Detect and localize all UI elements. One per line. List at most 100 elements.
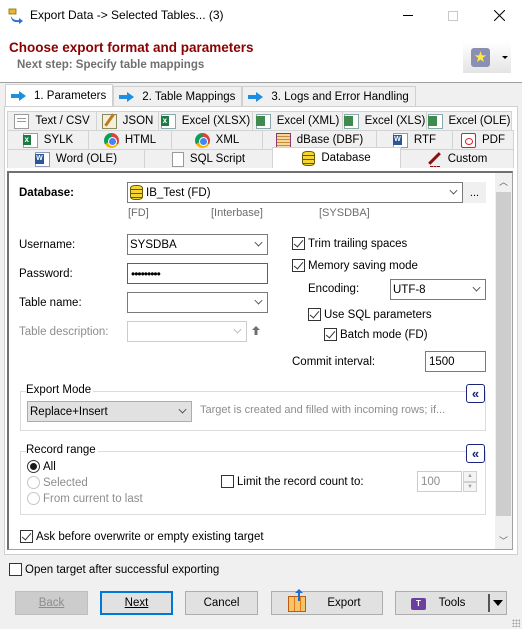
limit-record-count-checkbox[interactable]: Limit the record count to: [221,475,364,488]
close-button[interactable] [476,0,522,31]
format-tab-word-ole[interactable]: Word (OLE) [7,149,145,168]
tab-logs-error-handling[interactable]: 3. Logs and Error Handling [242,86,416,106]
tab-label: Excel (XLS) [364,115,426,127]
sylk-icon [22,132,38,148]
format-tab-custom[interactable]: Custom [400,149,514,168]
chrome-icon [194,132,210,148]
format-tab-pdf[interactable]: PDF [452,130,514,149]
format-tab-xml[interactable]: XML [171,130,263,149]
database-icon [302,150,316,166]
tab-label: Word (OLE) [55,153,118,165]
tab-label: JSON [122,115,154,127]
db-server-info: [Interbase] [211,207,263,219]
text-file-icon [14,113,30,129]
checkbox-label: Use SQL parameters [324,308,432,321]
spin-up-icon[interactable]: ▲ [463,471,477,482]
chevron-down-icon: ﹀ [498,536,508,546]
database-select[interactable]: IB_Test (FD) [127,182,463,203]
next-label: Next [124,597,149,609]
use-sql-parameters-checkbox[interactable]: Use SQL parameters [308,308,432,321]
checkbox-label: Limit the record count to: [237,475,364,488]
encoding-label: Encoding: [308,283,360,295]
collapse-export-mode-button[interactable]: « [466,384,485,403]
scroll-down-button[interactable]: ﹀ [495,532,512,549]
export-mode-value: Replace+Insert [30,405,108,418]
scroll-up-button[interactable]: ︿ [495,173,512,190]
page-icon [171,151,184,167]
record-range-title: Record range [26,444,98,456]
memory-saving-mode-checkbox[interactable]: Memory saving mode [292,259,418,272]
back-label: Back [38,597,65,609]
format-tab-excel-ole[interactable]: Excel (OLE) [426,111,512,130]
star-icon: ★ [471,48,490,67]
tab-parameters[interactable]: 1. Parameters [5,84,114,106]
tab-label: Excel (XML) [276,115,340,127]
minimize-button[interactable] [385,0,431,31]
chevron-down-icon [178,405,187,414]
record-limit-field[interactable]: 100 [417,471,462,492]
checkbox-box [9,563,22,576]
back-button[interactable]: Back [15,591,88,615]
checkbox-box [20,530,33,543]
double-chevron-left-icon: « [471,386,480,401]
table-name-select[interactable] [127,292,268,313]
checkbox-box [308,308,321,321]
username-select[interactable]: SYSDBA [127,234,268,255]
dropdown-arrow-icon [502,56,508,59]
ask-overwrite-checkbox[interactable]: Ask before overwrite or empty existing t… [20,530,264,543]
format-tab-excel-xml[interactable]: Excel (XML) [252,111,343,130]
favorites-button[interactable]: ★ [463,42,511,73]
next-button[interactable]: Next [100,591,173,615]
cancel-button[interactable]: Cancel [185,591,258,615]
password-field[interactable]: ••••••••• [127,263,268,284]
range-current-to-last-radio[interactable]: From current to last [27,492,143,505]
tab-label: 1. Parameters [34,89,107,102]
format-tab-excel-xlsx[interactable]: Excel (XLSX) [158,111,253,130]
chevron-down-icon [254,238,263,247]
insert-icon[interactable] [251,325,261,336]
format-tab-html[interactable]: HTML [88,130,172,149]
table-description-select[interactable] [127,321,247,342]
checkbox-box [221,475,234,488]
tools-label: Tools [438,597,466,609]
batch-mode-checkbox[interactable]: Batch mode (FD) [324,328,428,341]
format-tab-sylk[interactable]: SYLK [7,130,89,149]
export-button[interactable]: Export [271,589,383,615]
export-mode-select[interactable]: Replace+Insert [27,401,192,422]
tab-label: Database [321,152,371,164]
format-tab-database[interactable]: Database [272,147,401,168]
collapse-record-range-button[interactable]: « [466,444,485,463]
format-tab-json[interactable]: JSON [96,111,159,130]
format-tab-excel-xls[interactable]: Excel (XLS) [342,111,427,130]
range-all-radio[interactable]: All [27,460,56,473]
tab-label: SQL Script [189,153,246,165]
trim-trailing-spaces-checkbox[interactable]: Trim trailing spaces [292,237,407,250]
tools-button[interactable]: T Tools [395,591,507,615]
open-target-checkbox[interactable]: Open target after successful exporting [9,563,219,576]
format-tab-sql-script[interactable]: SQL Script [144,149,273,168]
resize-grip[interactable] [512,619,520,627]
arrow-right-icon [119,91,135,102]
spin-down-icon[interactable]: ▼ [463,481,477,492]
tab-label: 2. Table Mappings [142,90,236,103]
tab-label: SYLK [43,134,74,146]
encoding-select[interactable]: UTF-8 [390,279,486,300]
checkbox-label: Open target after successful exporting [25,563,220,576]
arrow-right-icon [11,90,27,101]
checkbox-box [292,237,305,250]
db-user-info: [SYSDBA] [319,207,370,219]
record-limit-spinner[interactable]: ▲ ▼ [463,471,477,492]
browse-database-button[interactable]: ... [463,182,486,203]
tab-table-mappings[interactable]: 2. Table Mappings [113,86,243,106]
maximize-button[interactable] [430,0,476,31]
range-selected-radio[interactable]: Selected [27,476,88,489]
double-chevron-left-icon: « [471,446,480,461]
tab-label: RTF [413,134,437,146]
vertical-scrollbar[interactable]: ︿ ﹀ [495,173,512,549]
commit-interval-label: Commit interval: [292,356,376,368]
commit-interval-field[interactable]: 1500 [425,351,486,372]
tab-label: HTML [124,134,157,146]
tools-dropdown-icon[interactable] [488,594,506,612]
scrollbar-thumb[interactable] [496,192,511,516]
format-tab-text-csv[interactable]: Text / CSV [7,111,97,130]
